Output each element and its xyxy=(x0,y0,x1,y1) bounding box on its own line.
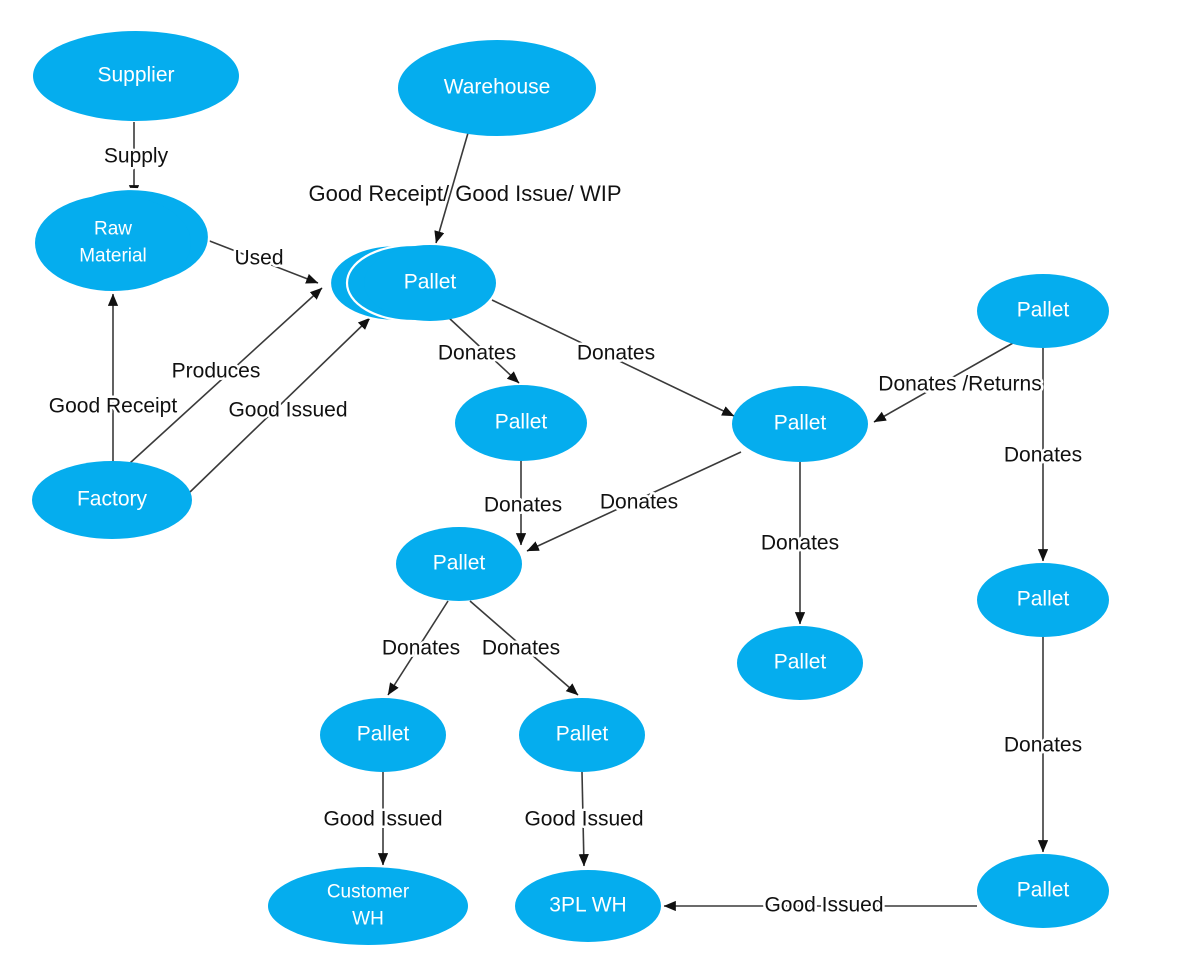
edge-label: Donates xyxy=(382,637,460,660)
graph-svg: Supplier Warehouse RawMaterial Pallet Factor… xyxy=(32,31,1109,945)
edge-palletB-to-palletC xyxy=(526,451,742,552)
node-shape[interactable] xyxy=(519,698,645,772)
node-palletB[interactable]: Pallet xyxy=(732,386,868,462)
node-pl3wh[interactable]: 3PL WH xyxy=(515,870,661,942)
node-shape[interactable] xyxy=(396,527,522,601)
node-supplier[interactable]: Supplier xyxy=(33,31,239,121)
edges-layer xyxy=(107,122,1049,912)
diagram-canvas: Supplier Warehouse Raw Material Pallet Factor… xyxy=(0,0,1200,960)
edge-line xyxy=(387,600,449,696)
node-palletE[interactable]: Pallet xyxy=(320,698,446,772)
edge-label: Good Issued xyxy=(228,399,347,422)
edge-label: Produces xyxy=(172,360,261,383)
node-shape[interactable] xyxy=(977,854,1109,928)
edge-label-halo: Donates xyxy=(577,342,655,365)
node-shape[interactable] xyxy=(268,867,468,945)
edge-label-halo: Produces xyxy=(172,360,261,383)
node-warehouse[interactable]: Warehouse xyxy=(398,40,596,136)
edge-label: Supply xyxy=(104,145,169,168)
edge-label: Good Issued xyxy=(524,808,643,831)
edge-label: Good Receipt/ Good Issue/ WIP xyxy=(308,181,621,206)
edge-label-halo: Good Issued xyxy=(524,808,643,831)
node-rawmat[interactable]: RawMaterial xyxy=(35,187,211,291)
edge-label-halo: Supply xyxy=(104,145,169,168)
node-shape[interactable] xyxy=(35,195,191,291)
edge-line xyxy=(434,132,469,244)
node-palletC[interactable]: Pallet xyxy=(396,527,522,601)
edge-label: Donates xyxy=(577,342,655,365)
node-shape[interactable] xyxy=(320,698,446,772)
edge-palletF-to-pl3wh xyxy=(578,771,589,867)
edge-palletC-to-palletE xyxy=(387,600,449,696)
edge-line xyxy=(448,317,520,384)
edge-labels-layer: SupplySupplyGood Receipt/ Good Issue/ WI… xyxy=(46,142,1084,919)
node-palletA[interactable]: Pallet xyxy=(455,385,587,461)
edge-label-halo: Donates xyxy=(482,637,560,660)
node-palletmain[interactable]: Pallet xyxy=(328,243,496,323)
edge-label: Donates xyxy=(482,637,560,660)
edge-label: Good Issued xyxy=(764,894,883,917)
node-shape[interactable] xyxy=(737,626,863,700)
edge-line xyxy=(526,451,742,552)
edge-factory-to-palletmain xyxy=(189,317,371,493)
node-palletF[interactable]: Pallet xyxy=(519,698,645,772)
node-palletR2[interactable]: Pallet xyxy=(977,563,1109,637)
edge-label-halo: Good Issued xyxy=(228,399,347,422)
node-shape[interactable] xyxy=(364,245,496,321)
node-palletD[interactable]: Pallet xyxy=(737,626,863,700)
node-shape[interactable] xyxy=(515,870,661,942)
node-shape[interactable] xyxy=(732,386,868,462)
node-palletTR[interactable]: Pallet xyxy=(977,274,1109,348)
edge-label-halo: Donates xyxy=(484,494,562,517)
edge-warehouse-to-palletmain xyxy=(434,132,469,244)
edge-line xyxy=(129,287,323,464)
edge-label-halo: Donates /Returns xyxy=(878,373,1041,396)
edge-label-halo: Good Receipt/ Good Issue/ WIP xyxy=(308,181,621,206)
node-shape[interactable] xyxy=(398,40,596,136)
edge-factory-to-palletmain xyxy=(129,287,323,464)
edge-line xyxy=(189,317,371,493)
node-shape[interactable] xyxy=(977,563,1109,637)
edge-line xyxy=(873,342,1014,423)
edge-label-halo: Donates xyxy=(382,637,460,660)
edge-palletC-to-palletF xyxy=(469,600,579,696)
node-shape[interactable] xyxy=(455,385,587,461)
node-factory[interactable]: Factory xyxy=(32,461,192,539)
edge-label: Donates /Returns xyxy=(878,373,1041,396)
edge-label: Donates xyxy=(600,491,678,514)
node-shape[interactable] xyxy=(977,274,1109,348)
edge-line xyxy=(578,771,589,867)
node-shape[interactable] xyxy=(33,31,239,121)
node-shape[interactable] xyxy=(32,461,192,539)
edge-label-halo: Donates xyxy=(600,491,678,514)
node-palletR3[interactable]: Pallet xyxy=(977,854,1109,928)
edge-palletmain-to-palletA xyxy=(448,317,520,384)
node-custwh[interactable]: CustomerWH xyxy=(268,867,468,945)
edge-line xyxy=(469,600,579,696)
edge-label-halo: Good Issued xyxy=(764,894,883,917)
edge-palletTR-to-palletB xyxy=(873,342,1014,423)
edge-label: Donates xyxy=(484,494,562,517)
